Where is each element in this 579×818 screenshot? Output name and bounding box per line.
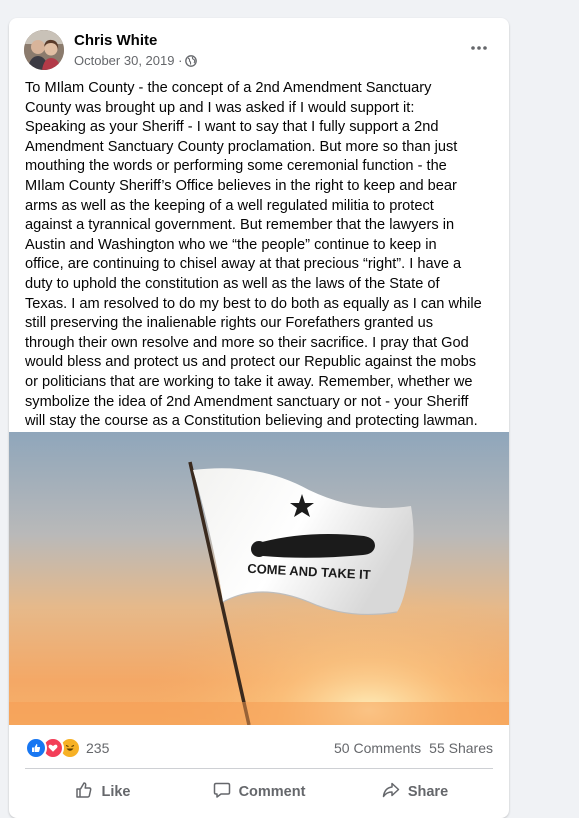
post-stats: 50 Comments 55 Shares (334, 740, 493, 756)
reaction-count[interactable]: 235 (86, 740, 109, 756)
thumbs-up-icon (75, 781, 93, 803)
post-photo[interactable]: COME AND TAKE IT (9, 432, 509, 725)
divider (25, 768, 493, 769)
comments-count[interactable]: 50 Comments (334, 740, 421, 756)
reaction-icons[interactable] (25, 737, 81, 759)
comment-button[interactable]: Comment (181, 774, 337, 810)
like-button[interactable]: Like (25, 774, 181, 810)
post-date[interactable]: October 30, 2019 · (74, 53, 182, 68)
like-label: Like (101, 784, 131, 800)
share-button[interactable]: Share (337, 774, 493, 810)
post-header: Chris White October 30, 2019 · (24, 30, 497, 74)
like-icon[interactable] (25, 737, 47, 759)
shares-count[interactable]: 55 Shares (429, 740, 493, 756)
globe-icon[interactable] (185, 54, 198, 67)
more-options-icon[interactable] (461, 30, 497, 66)
reactions-bar: 235 50 Comments 55 Shares (25, 736, 493, 760)
comment-icon (213, 781, 231, 803)
avatar[interactable] (24, 30, 64, 70)
share-label: Share (407, 784, 449, 800)
author-name[interactable]: Chris White (74, 32, 157, 49)
action-bar: Like Comment Share (25, 774, 493, 810)
share-icon (382, 781, 400, 803)
post-meta: October 30, 2019 · (74, 53, 198, 68)
post-card: Chris White October 30, 2019 · To MIlam … (9, 18, 509, 818)
comment-label: Comment (238, 784, 306, 800)
post-text: To MIlam County - the concept of a 2nd A… (25, 80, 482, 430)
